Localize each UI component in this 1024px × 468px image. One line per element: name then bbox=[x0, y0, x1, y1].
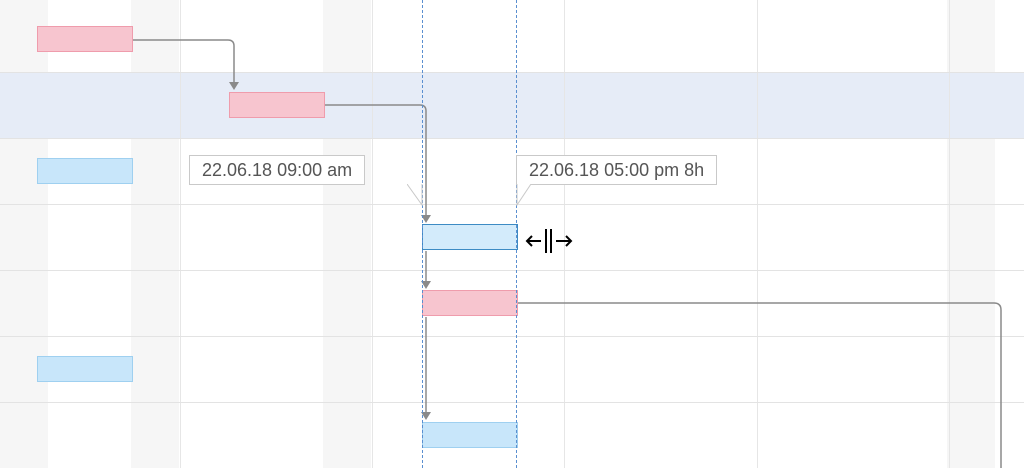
task-bar[interactable] bbox=[229, 92, 325, 118]
tooltip-pointer bbox=[407, 184, 423, 206]
task-bar[interactable] bbox=[37, 26, 133, 52]
gantt-chart: 22.06.18 09:00 am 22.06.18 05:00 pm 8h bbox=[0, 0, 1024, 468]
task-bar[interactable] bbox=[422, 422, 518, 448]
tooltip-pointer bbox=[516, 184, 532, 206]
start-date-tooltip: 22.06.18 09:00 am bbox=[189, 155, 366, 185]
task-bar-selected[interactable] bbox=[422, 224, 518, 250]
resize-horizontal-icon[interactable] bbox=[523, 226, 579, 256]
task-bar[interactable] bbox=[422, 290, 518, 316]
task-bar[interactable] bbox=[37, 158, 133, 184]
task-bar[interactable] bbox=[37, 356, 133, 382]
arrow-down-icon bbox=[229, 82, 239, 90]
end-date-tooltip: 22.06.18 05:00 pm 8h bbox=[516, 155, 718, 185]
resize-guide-end bbox=[516, 0, 517, 468]
link-line bbox=[517, 302, 1002, 468]
resize-guide-start bbox=[422, 0, 423, 468]
end-date-text: 22.06.18 05:00 pm 8h bbox=[529, 160, 705, 180]
link-line bbox=[132, 39, 235, 82]
start-date-text: 22.06.18 09:00 am bbox=[202, 160, 353, 180]
